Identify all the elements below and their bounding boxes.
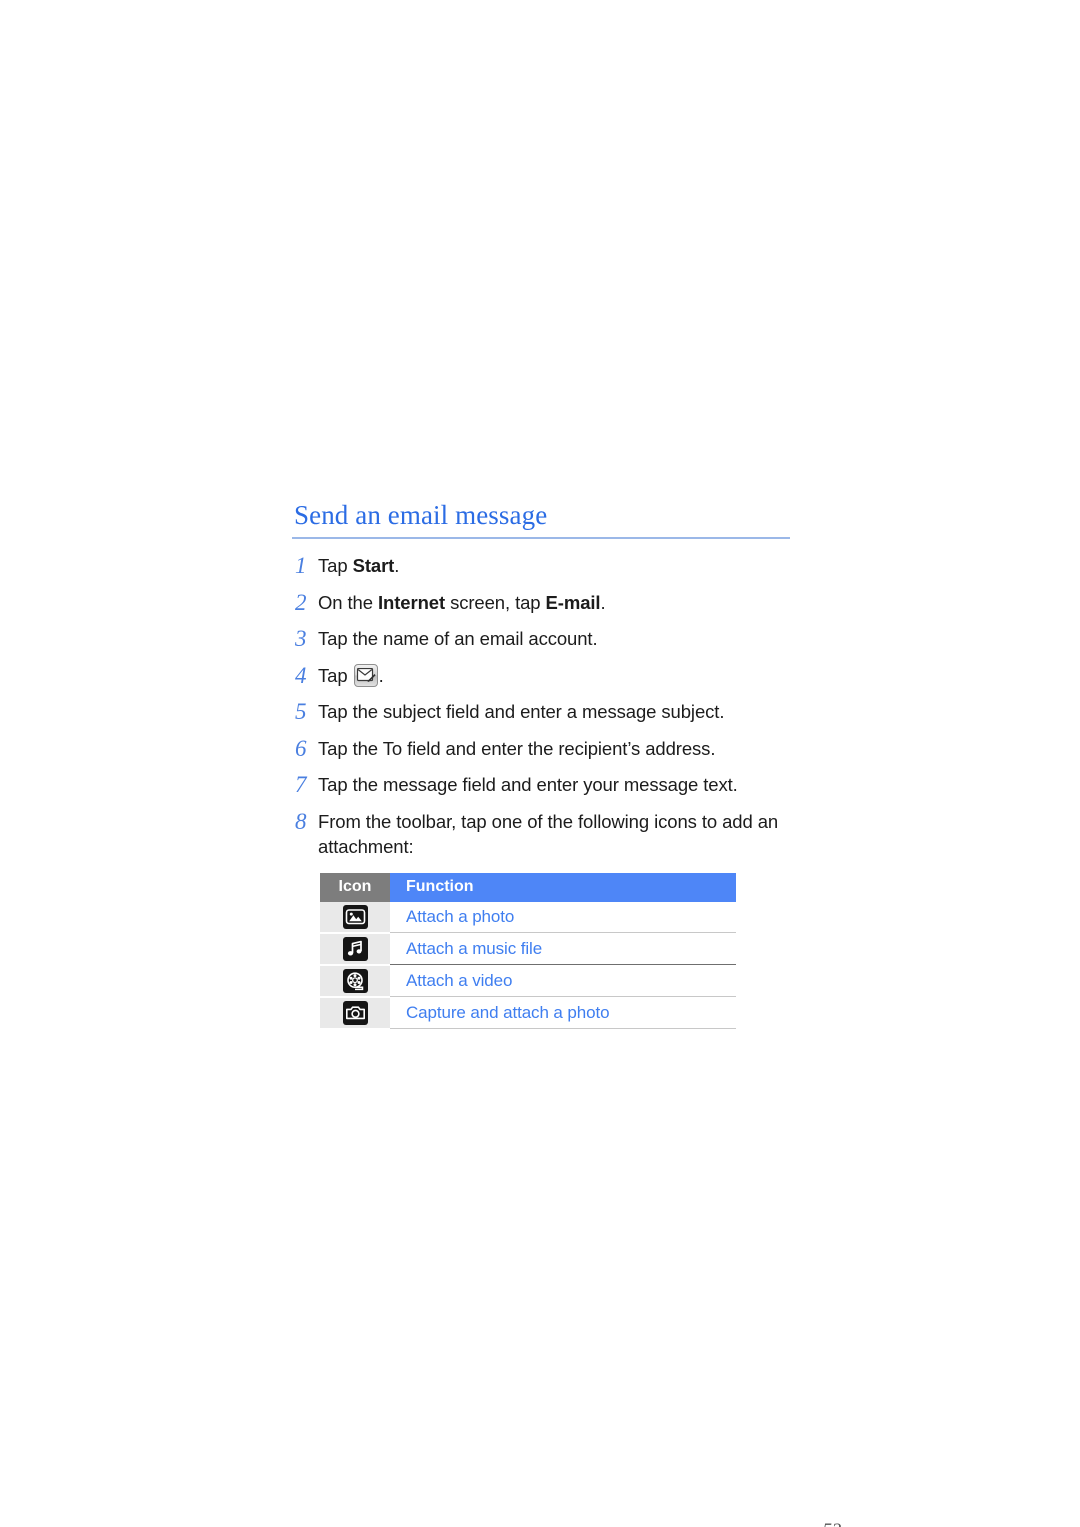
step-text: From the toolbar, tap one of the followi… — [318, 810, 779, 857]
step-text-post: . — [378, 664, 384, 686]
capture-photo-icon — [342, 1000, 368, 1025]
step-text: Tap the message field and enter your mes… — [318, 774, 738, 796]
step-number: 6 — [295, 735, 307, 761]
step-text: Tap the To field and enter the recipient… — [318, 737, 716, 759]
list-item: 6 Tap the To field and enter the recipie… — [292, 736, 792, 761]
table-row: Attach a music file — [320, 932, 736, 966]
document-page: Send an email message 1 Tap Start. 2 On … — [0, 0, 1080, 1527]
attach-video-icon — [342, 968, 368, 993]
list-item: 5 Tap the subject field and enter a mess… — [292, 699, 792, 724]
instruction-steps: 1 Tap Start. 2 On the Internet screen, t… — [292, 553, 792, 859]
attach-photo-icon — [342, 904, 368, 929]
page-content: Send an email message 1 Tap Start. 2 On … — [292, 500, 842, 1527]
step-text-pre: Tap — [318, 664, 353, 686]
step-emphasis: Start — [352, 555, 395, 577]
table-cell-icon — [320, 996, 390, 1030]
step-text-pre: On the — [318, 591, 378, 613]
step-text: Tap Start. — [318, 553, 792, 578]
step-number: 3 — [295, 626, 307, 652]
table-cell-icon — [320, 901, 390, 934]
step-text-post: . — [394, 555, 400, 577]
step-text-pre: Tap — [318, 555, 353, 577]
table-cell-function: Attach a video — [390, 964, 736, 998]
column-header-function: Function — [390, 872, 736, 902]
list-item: 4 Tap . — [292, 663, 792, 688]
table-row: Attach a video — [320, 964, 736, 998]
column-header-icon: Icon — [320, 872, 390, 902]
table-row: Capture and attach a photo — [320, 996, 736, 1030]
table-cell-function: Attach a music file — [390, 932, 736, 966]
step-text: Tap . — [318, 663, 792, 688]
page-number: 53 — [292, 1520, 1080, 1527]
table-cell-icon — [320, 964, 390, 998]
table-header-row: Icon Function — [320, 872, 736, 902]
step-text: On the Internet screen, tap E-mail. — [318, 590, 792, 615]
step-number: 8 — [295, 808, 307, 834]
step-text: Tap the subject field and enter a messag… — [318, 701, 725, 723]
list-item: 8 From the toolbar, tap one of the follo… — [292, 809, 792, 859]
step-text-post: . — [600, 591, 606, 613]
table-cell-function: Capture and attach a photo — [390, 996, 736, 1030]
list-item: 2 On the Internet screen, tap E-mail. — [292, 590, 792, 615]
page-title: Send an email message — [294, 500, 548, 530]
step-number: 7 — [295, 772, 307, 798]
list-item: 3 Tap the name of an email account. — [292, 626, 792, 651]
table-cell-function: Attach a photo — [390, 901, 736, 934]
list-item: 7 Tap the message field and enter your m… — [292, 772, 792, 797]
heading-divider — [292, 537, 790, 540]
attach-music-icon — [342, 936, 368, 961]
table-body: Attach a photo Attach a music file Attac… — [320, 901, 736, 1030]
list-item: 1 Tap Start. — [292, 553, 792, 578]
compose-email-icon — [353, 663, 378, 687]
step-text: Tap the name of an email account. — [318, 628, 598, 650]
table-header: Icon Function — [320, 872, 736, 902]
step-number: 5 — [295, 699, 307, 725]
step-number: 1 — [295, 553, 307, 579]
step-emphasis-2: E-mail — [545, 591, 601, 613]
step-number: 2 — [295, 589, 307, 615]
step-emphasis: Internet — [377, 591, 446, 613]
table-cell-icon — [320, 932, 390, 966]
step-number: 4 — [295, 662, 307, 688]
step-text-mid: screen, tap — [445, 591, 546, 613]
attachment-icon-table: Icon Function Attach a photo Attach a mu… — [320, 872, 736, 1030]
table-row: Attach a photo — [320, 901, 736, 934]
